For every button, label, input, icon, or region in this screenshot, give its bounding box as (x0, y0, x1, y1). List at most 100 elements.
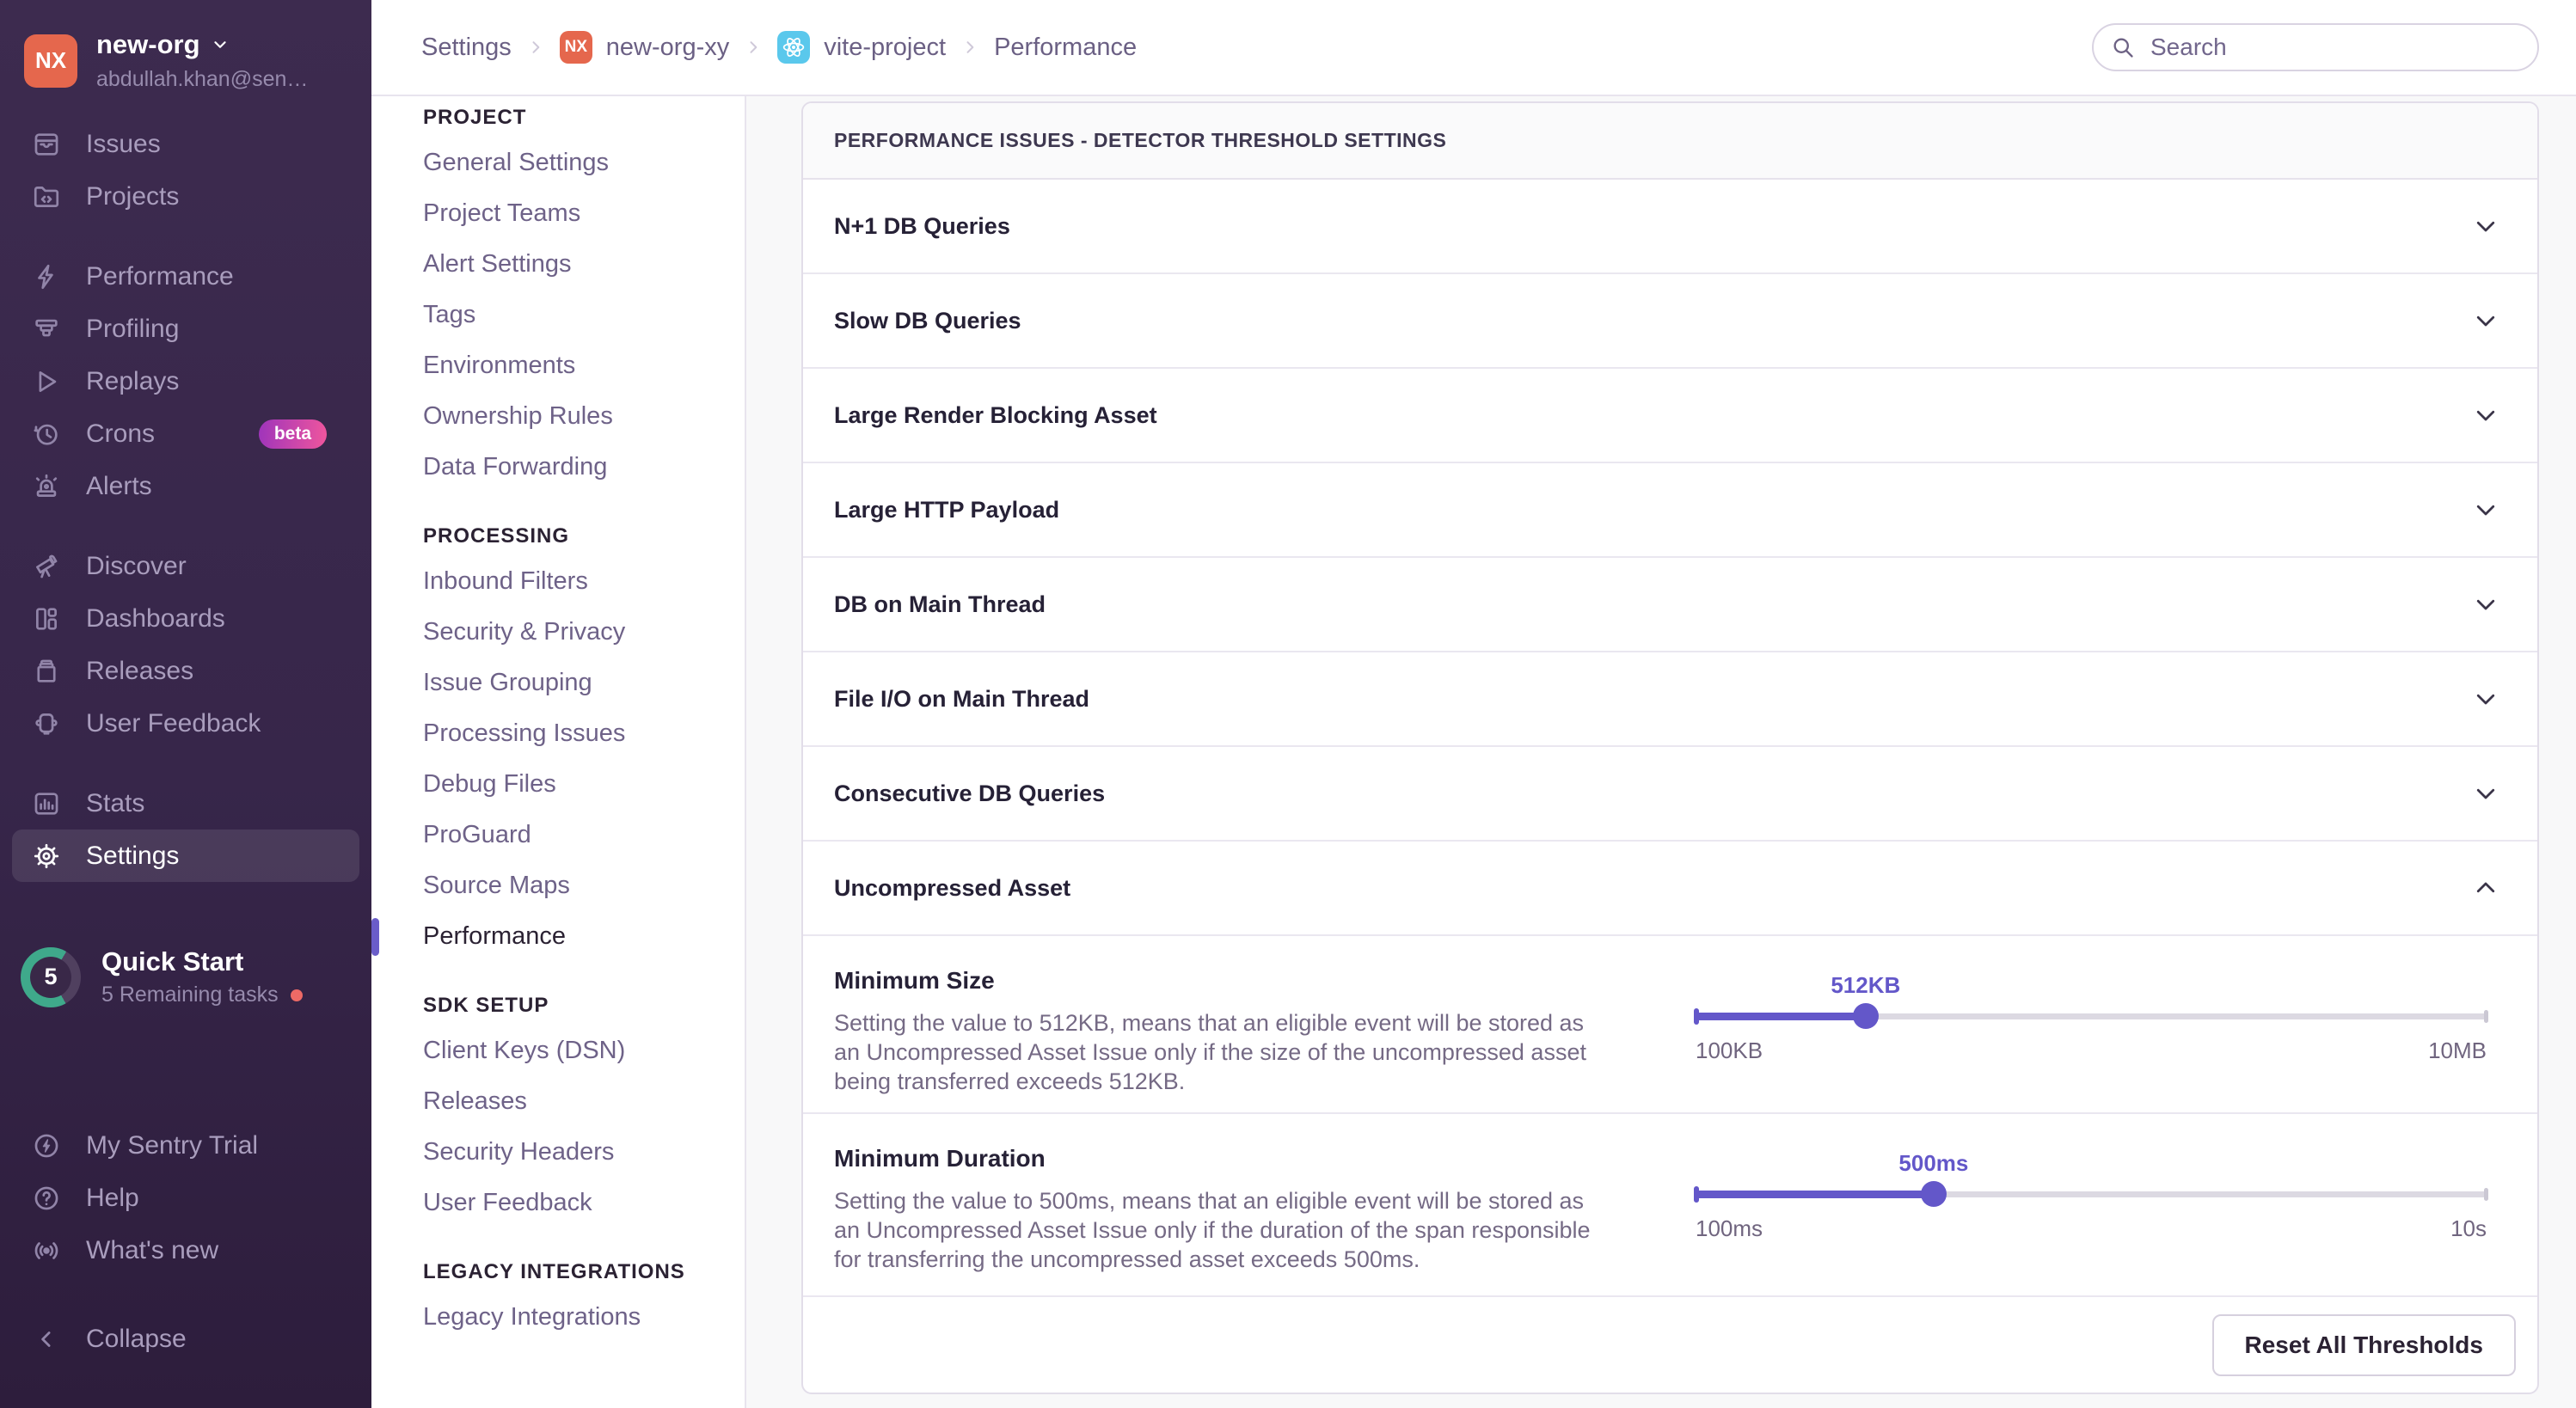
breadcrumb-page: Performance (994, 34, 1137, 62)
sidebar-item-discover[interactable]: Discover (12, 540, 359, 592)
org-name: new-org (96, 29, 200, 60)
subnav-item-general-settings[interactable]: General Settings (371, 138, 745, 188)
detector-row-large-render-blocking-asset[interactable]: Large Render Blocking Asset (803, 369, 2537, 463)
org-badge: NX (560, 31, 592, 64)
issues-icon (31, 129, 62, 160)
sidebar-item-help[interactable]: Help (12, 1172, 359, 1224)
sidebar-item-label: Projects (86, 182, 179, 211)
sidebar-item-label: Releases (86, 657, 193, 686)
slider-fill (1696, 1191, 1934, 1198)
subnav-item-performance[interactable]: Performance (371, 911, 745, 962)
slider-thumb[interactable] (1921, 1181, 1947, 1207)
performance-icon (31, 261, 62, 292)
org-switcher[interactable]: NX new-org abdullah.khan@sen… (24, 29, 351, 92)
detector-row-large-http-payload[interactable]: Large HTTP Payload (803, 463, 2537, 558)
sidebar-item-label: Profiling (86, 315, 179, 344)
sidebar-item-label: Alerts (86, 472, 152, 501)
sidebar-item-alerts[interactable]: Alerts (12, 460, 359, 512)
subnav-item-tags[interactable]: Tags (371, 290, 745, 340)
trial-lightning-icon (31, 1130, 62, 1161)
sidebar-item-user-feedback[interactable]: User Feedback (12, 697, 359, 750)
subnav-header: LEGACY INTEGRATIONS (371, 1252, 745, 1292)
sidebar-item-label: Dashboards (86, 604, 225, 634)
detector-row-file-io-on-main-thread[interactable]: File I/O on Main Thread (803, 652, 2537, 747)
subnav-item-issue-grouping[interactable]: Issue Grouping (371, 658, 745, 708)
subnav-section-project: PROJECT General Settings Project Teams A… (371, 98, 745, 493)
sidebar-item-whats-new[interactable]: What's new (12, 1224, 359, 1276)
sidebar-item-replays[interactable]: Replays (12, 355, 359, 407)
subnav-item-user-feedback[interactable]: User Feedback (371, 1178, 745, 1228)
search-input[interactable] (2092, 23, 2539, 71)
subnav-item-project-teams[interactable]: Project Teams (371, 188, 745, 239)
chevron-right-icon (527, 39, 544, 56)
subnav-item-processing-issues[interactable]: Processing Issues (371, 708, 745, 759)
setting-minimum-size: Minimum Size Setting the value to 512KB,… (803, 936, 2537, 1114)
detector-row-db-on-main-thread[interactable]: DB on Main Thread (803, 558, 2537, 652)
sidebar-item-releases[interactable]: Releases (12, 645, 359, 697)
sidebar-item-profiling[interactable]: Profiling (12, 303, 359, 355)
sidebar-item-crons[interactable]: Crons beta (12, 407, 359, 460)
chevron-down-icon (211, 35, 230, 54)
sidebar-item-label: Issues (86, 130, 161, 159)
panel-footer: Reset All Thresholds (803, 1297, 2537, 1393)
sidebar-item-label: My Sentry Trial (86, 1131, 258, 1160)
subnav-item-security-privacy[interactable]: Security & Privacy (371, 607, 745, 658)
subnav-item-data-forwarding[interactable]: Data Forwarding (371, 442, 745, 493)
reset-all-thresholds-button[interactable]: Reset All Thresholds (2212, 1314, 2516, 1376)
panel-title: PERFORMANCE ISSUES - DETECTOR THRESHOLD … (803, 103, 2537, 180)
nav-group-help: My Sentry Trial Help What's new (0, 1119, 371, 1276)
sidebar-item-settings[interactable]: Settings (12, 829, 359, 882)
react-icon (777, 31, 810, 64)
sidebar-item-label: Stats (86, 789, 144, 818)
alerts-icon (31, 471, 62, 502)
chevron-down-icon (2473, 308, 2499, 334)
active-indicator (371, 918, 379, 956)
crons-icon (31, 419, 62, 450)
breadcrumb-organization[interactable]: NX new-org-xy (560, 31, 729, 64)
subnav-item-inbound-filters[interactable]: Inbound Filters (371, 556, 745, 607)
subnav-item-legacy-integrations[interactable]: Legacy Integrations (371, 1292, 745, 1343)
collapse-button[interactable]: Collapse (12, 1313, 359, 1365)
sidebar-item-stats[interactable]: Stats (12, 777, 359, 829)
sidebar-item-issues[interactable]: Issues (12, 118, 359, 170)
detector-row-consecutive-db-queries[interactable]: Consecutive DB Queries (803, 747, 2537, 842)
breadcrumb-project[interactable]: vite-project (777, 31, 946, 64)
subnav-item-releases[interactable]: Releases (371, 1076, 745, 1127)
sidebar-item-my-sentry-trial[interactable]: My Sentry Trial (12, 1119, 359, 1172)
sidebar-item-label: Replays (86, 367, 179, 396)
breadcrumb-settings[interactable]: Settings (421, 34, 512, 62)
sidebar-item-dashboards[interactable]: Dashboards (12, 592, 359, 645)
subnav-section-legacy: LEGACY INTEGRATIONS Legacy Integrations (371, 1252, 745, 1343)
subnav-item-alert-settings[interactable]: Alert Settings (371, 239, 745, 290)
subnav-item-source-maps[interactable]: Source Maps (371, 860, 745, 911)
primary-sidebar: NX new-org abdullah.khan@sen… Issues Pro… (0, 0, 371, 1408)
notification-dot (291, 989, 303, 1001)
sidebar-item-label: Help (86, 1184, 139, 1213)
subnav-item-debug-files[interactable]: Debug Files (371, 759, 745, 810)
sidebar-item-label: Settings (86, 842, 179, 871)
slider-thumb[interactable] (1853, 1003, 1879, 1029)
slider-fill (1696, 1013, 1866, 1020)
subnav-item-ownership-rules[interactable]: Ownership Rules (371, 391, 745, 442)
subnav-item-client-keys[interactable]: Client Keys (DSN) (371, 1025, 745, 1076)
gear-icon (31, 841, 62, 872)
sidebar-item-projects[interactable]: Projects (12, 170, 359, 223)
nav-group-collapse: Collapse (0, 1313, 371, 1365)
breadcrumb: Settings NX new-org-xy vite-project Perf… (421, 31, 1137, 64)
nav-group-performance: Performance Profiling Replays Crons beta… (0, 250, 371, 512)
quick-start-title: Quick Start (101, 946, 303, 977)
profiling-icon (31, 314, 62, 345)
chevron-down-icon (2473, 686, 2499, 712)
subnav-item-proguard[interactable]: ProGuard (371, 810, 745, 860)
body-row: PROJECT General Settings Project Teams A… (371, 96, 2576, 1408)
subnav-item-security-headers[interactable]: Security Headers (371, 1127, 745, 1178)
subnav-item-environments[interactable]: Environments (371, 340, 745, 391)
detector-row-slow-db-queries[interactable]: Slow DB Queries (803, 274, 2537, 369)
detector-row-uncompressed-asset[interactable]: Uncompressed Asset (803, 842, 2537, 936)
chevron-down-icon (2473, 213, 2499, 239)
detector-row-n1-db-queries[interactable]: N+1 DB Queries (803, 180, 2537, 274)
slider-max-cap (2484, 1188, 2488, 1201)
quick-start[interactable]: 5 Quick Start 5 Remaining tasks (21, 946, 351, 1007)
chevron-down-icon (2473, 591, 2499, 617)
sidebar-item-performance[interactable]: Performance (12, 250, 359, 303)
